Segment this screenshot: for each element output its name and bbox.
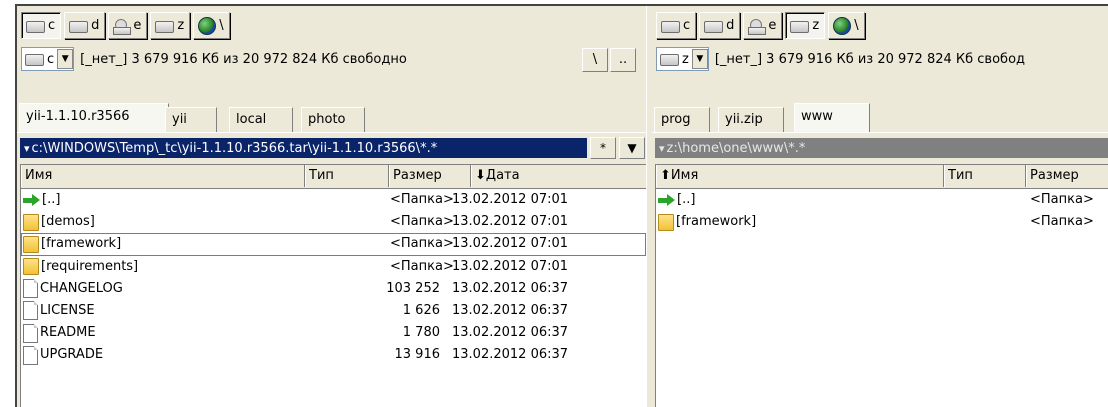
- cd-drive-icon: [748, 18, 767, 35]
- tab-yii[interactable]: yii: [165, 107, 217, 132]
- tab-local[interactable]: local: [229, 107, 293, 132]
- column-size[interactable]: Размер: [389, 165, 471, 187]
- left-drive-e-button[interactable]: e: [108, 12, 148, 39]
- left-path-bar: ▾ c:\WINDOWS\Temp\_tc\yii-1.1.10.r3566.ta…: [20, 137, 645, 159]
- right-column-header: ⬆Имя Тип Размер: [656, 165, 1108, 189]
- right-file-list: ⬆Имя Тип Размер [..] <Папка> [framework]…: [655, 164, 1108, 407]
- left-info-bar: c ▼ [_нет_] 3 679 916 Кб из 20 972 824 К…: [21, 46, 407, 72]
- left-drive-d-button[interactable]: d: [64, 12, 106, 39]
- hard-drive-icon: [155, 20, 175, 33]
- total-commander-window: c d e z \ c ▼ [_нет_] 3 679 916 Кб из 20…: [15, 4, 1108, 407]
- list-item[interactable]: [requirements] <Папка> 13.02.2012 07:01: [21, 256, 646, 278]
- hard-drive-icon: [704, 20, 724, 33]
- right-drive-select[interactable]: z ▼: [656, 47, 709, 71]
- list-item[interactable]: [demos] <Папка> 13.02.2012 07:01: [21, 211, 646, 233]
- file-icon: [23, 301, 38, 321]
- sort-down-arrow-icon: ⬇: [475, 168, 486, 183]
- history-arrow-icon: ▾: [24, 141, 30, 155]
- right-drive-c-button[interactable]: c: [656, 12, 697, 39]
- right-info-bar: z ▼ [_нет_] 3 679 916 Кб из 20 972 824 К…: [656, 46, 1025, 72]
- left-drive-bar: c d e z \: [21, 12, 230, 39]
- left-history-button[interactable]: ▼: [619, 137, 645, 159]
- tab-yii-1.1.10[interactable]: yii-1.1.10.r3566: [19, 103, 169, 132]
- folder-icon: [23, 235, 39, 253]
- right-drive-z-button[interactable]: z: [785, 12, 826, 39]
- hard-drive-icon: [69, 20, 89, 33]
- left-root-button[interactable]: \: [582, 48, 608, 72]
- list-item[interactable]: [..] <Папка>: [656, 189, 1108, 211]
- column-type[interactable]: Тип: [305, 165, 389, 187]
- tab-divider: [17, 132, 646, 133]
- list-item[interactable]: [framework] <Папка>: [656, 211, 1108, 233]
- chevron-down-icon[interactable]: ▼: [691, 49, 708, 69]
- column-name[interactable]: Имя: [21, 165, 305, 187]
- up-arrow-icon: [658, 192, 675, 208]
- folder-icon: [658, 213, 674, 231]
- right-drive-d-button[interactable]: d: [699, 12, 741, 39]
- list-item[interactable]: [..] <Папка> 13.02.2012 07:01: [21, 189, 646, 211]
- right-path-bar: ▾ z:\home\one\www\*.*: [655, 137, 1108, 159]
- right-free-space-info: [_нет_] 3 679 916 Кб из 20 972 824 Кб св…: [714, 51, 1026, 67]
- file-icon: [23, 279, 38, 299]
- column-type[interactable]: Тип: [944, 165, 1026, 187]
- hard-drive-icon: [790, 20, 810, 33]
- right-drive-bar: c d e z \: [656, 12, 865, 39]
- sort-up-arrow-icon: ⬆: [660, 168, 671, 183]
- file-icon: [23, 323, 38, 343]
- tab-photo[interactable]: photo: [301, 107, 365, 132]
- left-drive-c-button[interactable]: c: [21, 12, 62, 39]
- file-icon: [23, 345, 38, 365]
- left-drive-z-button[interactable]: z: [150, 12, 191, 39]
- right-network-button[interactable]: \: [828, 12, 865, 39]
- column-name[interactable]: ⬆Имя: [656, 165, 944, 187]
- left-path-field[interactable]: ▾ c:\WINDOWS\Temp\_tc\yii-1.1.10.r3566.ta…: [20, 138, 587, 158]
- list-item[interactable]: CHANGELOG 103 252 13.02.2012 06:37: [21, 278, 646, 300]
- tab-prog[interactable]: prog: [654, 107, 710, 132]
- tab-www[interactable]: www: [794, 103, 870, 132]
- list-item[interactable]: UPGRADE 13 916 13.02.2012 06:37: [21, 344, 646, 366]
- network-globe-icon: [198, 16, 217, 35]
- tab-divider: [652, 132, 1108, 133]
- left-free-space-info: [_нет_] 3 679 916 Кб из 20 972 824 Кб св…: [80, 51, 407, 67]
- left-file-list: Имя Тип Размер ⬇Дата [..] <Папка> 13.02.…: [20, 164, 646, 407]
- tab-yii-zip[interactable]: yii.zip: [718, 107, 784, 132]
- column-size[interactable]: Размер: [1026, 165, 1108, 187]
- list-item-cursor[interactable]: [framework] <Папка> 13.02.2012 07:01: [21, 233, 646, 256]
- right-drive-e-button[interactable]: e: [743, 12, 783, 39]
- hard-drive-icon: [25, 54, 44, 66]
- right-panel: c d e z \ z ▼ [_нет_] 3 679 916 Кб из 20…: [652, 6, 1108, 407]
- hard-drive-icon: [26, 20, 45, 33]
- folder-icon: [23, 213, 39, 231]
- hard-drive-icon: [661, 20, 680, 33]
- list-item[interactable]: README 1 780 13.02.2012 06:37: [21, 322, 646, 344]
- cd-drive-icon: [113, 18, 132, 35]
- list-item[interactable]: LICENSE 1 626 13.02.2012 06:37: [21, 300, 646, 322]
- left-column-header: Имя Тип Размер ⬇Дата: [21, 165, 646, 189]
- left-panel: c d e z \ c ▼ [_нет_] 3 679 916 Кб из 20…: [17, 6, 646, 407]
- folder-icon: [23, 258, 39, 276]
- network-globe-icon: [833, 16, 852, 35]
- right-path-field[interactable]: ▾ z:\home\one\www\*.*: [655, 138, 1108, 158]
- left-network-button[interactable]: \: [193, 12, 230, 39]
- left-drive-select[interactable]: c ▼: [21, 47, 75, 71]
- chevron-down-icon[interactable]: ▼: [57, 49, 74, 69]
- hard-drive-icon: [660, 54, 679, 66]
- left-filter-button[interactable]: *: [590, 137, 616, 159]
- column-date[interactable]: ⬇Дата: [471, 165, 646, 187]
- left-up-button[interactable]: ..: [610, 48, 636, 72]
- up-arrow-icon: [23, 192, 40, 208]
- history-arrow-icon: ▾: [659, 141, 665, 155]
